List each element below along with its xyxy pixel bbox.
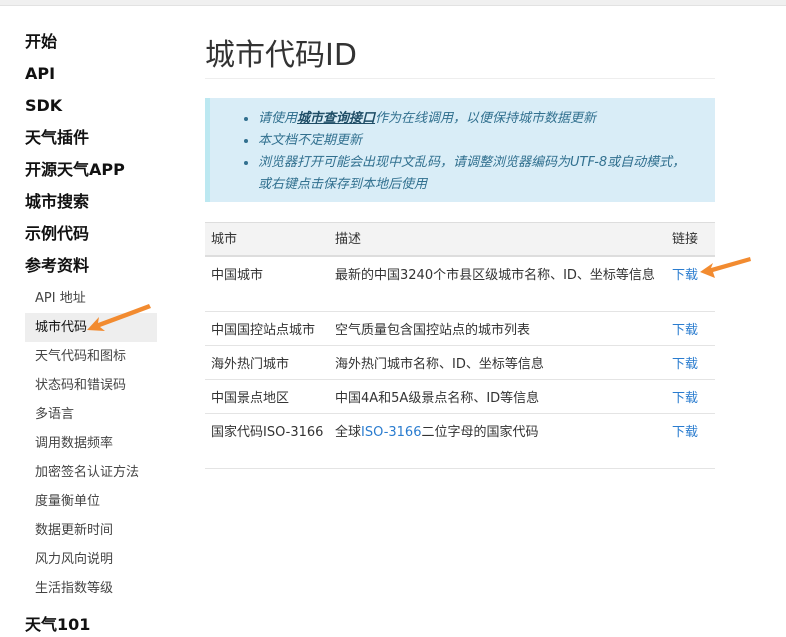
row-city: 国家代码ISO-3166 [211, 425, 324, 440]
sidebar-item-sdk[interactable]: SDK [0, 92, 165, 124]
download-link[interactable]: 下载 [672, 388, 712, 410]
sidebar-item-api[interactable]: API [0, 60, 165, 92]
header-description: 描述 [335, 232, 362, 247]
row-description: 最新的中国3240个市县区级城市名称、ID、坐标等信息 [335, 268, 655, 283]
table-row: 中国国控站点城市 空气质量包含国控站点的城市列表 下载 [205, 312, 715, 346]
city-code-table: 城市 描述 链接 中国城市 最新的中国3240个市县区级城市名称、ID、坐标等信… [205, 222, 715, 469]
sidebar-item-sample-code[interactable]: 示例代码 [0, 220, 165, 252]
notice-item-3: 浏览器打开可能会出现中文乱码，请调整浏览器编码为UTF-8或自动模式，或右键点击… [258, 152, 698, 196]
sidebar-subitem-city-code[interactable]: 城市代码 [25, 313, 157, 342]
table-row: 国家代码ISO-3166 全球ISO-3166二位字母的国家代码 下载 [205, 414, 715, 469]
page-title: 城市代码ID [205, 38, 357, 73]
sidebar-subitem-api-address[interactable]: API 地址 [25, 284, 157, 313]
row-description-suffix: 二位字母的国家代码 [421, 425, 539, 440]
city-query-api-link[interactable]: 城市查询接口 [297, 111, 375, 126]
notice-list: 请使用城市查询接口作为在线调用，以便保持城市数据更新 本文档不定期更新 浏览器打… [258, 108, 698, 196]
sidebar-subitem-weather-icons[interactable]: 天气代码和图标 [25, 342, 157, 371]
row-city: 中国国控站点城市 [211, 323, 316, 338]
row-description: 海外热门城市名称、ID、坐标等信息 [335, 357, 544, 372]
sidebar-item-start[interactable]: 开始 [0, 28, 165, 60]
sidebar-subitem-units[interactable]: 度量衡单位 [25, 487, 157, 516]
row-city: 海外热门城市 [211, 357, 290, 372]
download-link[interactable]: 下载 [672, 354, 712, 376]
header-city: 城市 [211, 232, 238, 247]
iso-3166-link[interactable]: ISO-3166 [361, 425, 421, 440]
top-bar [0, 0, 786, 6]
row-city: 中国景点地区 [211, 391, 290, 406]
sidebar-item-open-source-app[interactable]: 开源天气APP [0, 156, 165, 188]
row-description: 空气质量包含国控站点的城市列表 [335, 323, 531, 338]
notice-item-1-prefix: 请使用 [258, 111, 298, 126]
sidebar-subitem-life-index[interactable]: 生活指数等级 [25, 574, 157, 603]
sidebar-item-weather-plugin[interactable]: 天气插件 [0, 124, 165, 156]
info-notice: 请使用城市查询接口作为在线调用，以便保持城市数据更新 本文档不定期更新 浏览器打… [205, 98, 715, 202]
table-header: 城市 描述 链接 [205, 223, 715, 257]
sidebar-subitem-status-codes[interactable]: 状态码和错误码 [25, 371, 157, 400]
sidebar-subitem-languages[interactable]: 多语言 [25, 400, 157, 429]
notice-item-1: 请使用城市查询接口作为在线调用，以便保持城市数据更新 [258, 108, 698, 130]
notice-item-2: 本文档不定期更新 [258, 130, 698, 152]
sidebar-subitem-signature-auth[interactable]: 加密签名认证方法 [25, 458, 157, 487]
sidebar-item-weather101[interactable]: 天气101 [0, 611, 165, 637]
download-link[interactable]: 下载 [672, 265, 712, 287]
title-divider [205, 78, 715, 79]
row-description: 中国4A和5A级景点名称、ID等信息 [335, 391, 540, 406]
sidebar-nav: 开始 API SDK 天气插件 开源天气APP 城市搜索 示例代码 参考资料 A… [0, 28, 165, 637]
download-link[interactable]: 下载 [672, 320, 712, 342]
sidebar-subitem-wind[interactable]: 风力风向说明 [25, 545, 157, 574]
row-description: 全球ISO-3166二位字母的国家代码 [335, 422, 665, 444]
header-link: 链接 [672, 232, 699, 247]
sidebar-subitem-update-time[interactable]: 数据更新时间 [25, 516, 157, 545]
sidebar-item-city-search[interactable]: 城市搜索 [0, 188, 165, 220]
table-row: 中国景点地区 中国4A和5A级景点名称、ID等信息 下载 [205, 380, 715, 414]
row-city: 中国城市 [211, 268, 264, 283]
table-row: 中国城市 最新的中国3240个市县区级城市名称、ID、坐标等信息 下载 [205, 257, 715, 312]
notice-item-1-suffix: 作为在线调用，以便保持城市数据更新 [375, 111, 597, 126]
table-row: 海外热门城市 海外热门城市名称、ID、坐标等信息 下载 [205, 346, 715, 380]
row-description-prefix: 全球 [335, 425, 362, 440]
sidebar-item-reference[interactable]: 参考资料 [0, 252, 165, 284]
download-link[interactable]: 下载 [672, 422, 712, 444]
sidebar-subitem-call-frequency[interactable]: 调用数据频率 [25, 429, 157, 458]
